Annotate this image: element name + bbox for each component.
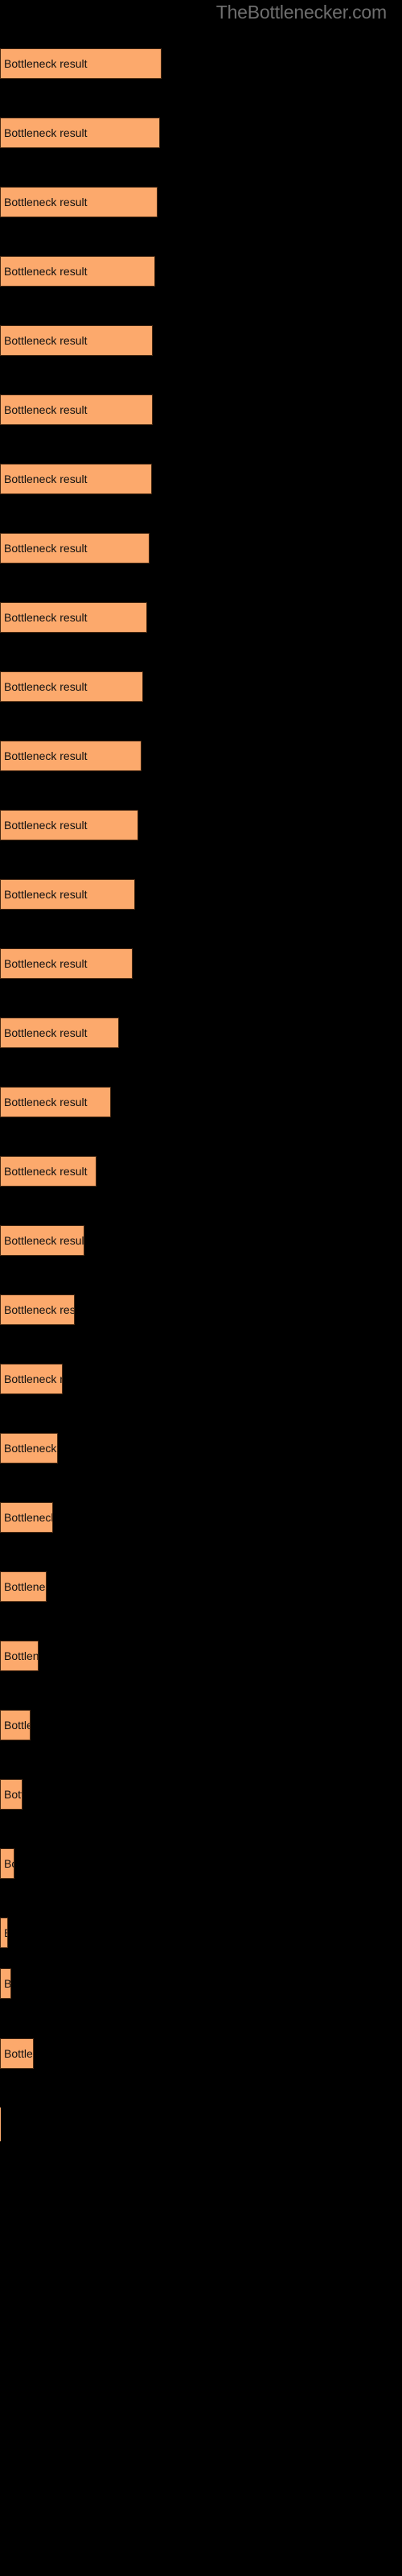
bar-label: Bottleneck result <box>4 888 88 901</box>
bar[interactable]: Bottleneck result <box>0 464 152 494</box>
bar-label: Bottleneck result <box>4 749 88 762</box>
bar-label: Bottleneck result <box>4 1026 88 1039</box>
bar[interactable]: Bottleneck result <box>0 948 133 979</box>
bar[interactable]: Bottleneck result <box>0 394 153 425</box>
bar-label: Bottleneck result <box>4 265 88 278</box>
bar[interactable]: Bottleneck result <box>0 1779 23 1810</box>
bar-label: Bottleneck result <box>4 57 88 70</box>
bar[interactable]: Bottleneck result <box>0 602 147 633</box>
bar[interactable]: Bottleneck result <box>0 1571 47 1602</box>
bar-label: Bottleneck result <box>4 1165 88 1178</box>
bar[interactable]: Bottleneck result <box>0 1156 96 1187</box>
bottleneck-bar-chart: TheBottlenecker.com Bottleneck result Bot… <box>0 0 402 2576</box>
bar[interactable]: Bottleneck result <box>0 118 160 148</box>
bar-label: Bottleneck result <box>4 819 88 832</box>
bar[interactable]: Bottleneck result <box>0 879 135 910</box>
bar-label: Bottleneck result <box>4 1303 75 1316</box>
bar-label: Bottleneck result <box>4 1977 11 1990</box>
bar-label: Bottleneck result <box>4 1373 62 1385</box>
bar-label: Bottleneck result <box>4 126 88 139</box>
bar-label: Bottleneck result <box>4 957 88 970</box>
bar-label: Bottleneck result <box>4 403 88 416</box>
bar[interactable]: Bottleneck result <box>0 741 142 771</box>
bar-label: Bottleneck result <box>4 1719 30 1732</box>
bar[interactable]: Bottleneck result <box>0 1294 75 1325</box>
bar-label: Bottleneck result <box>4 196 88 208</box>
bar-label: Bottleneck result <box>4 1788 22 1801</box>
bar[interactable]: Bottleneck result <box>0 187 158 217</box>
bar[interactable]: Bottleneck result <box>0 1502 53 1533</box>
bar-label: Bottleneck result <box>4 1442 57 1455</box>
bar[interactable]: Bottleneck result <box>0 533 150 564</box>
bar-label: Bottleneck result <box>4 1649 39 1662</box>
bar-label: Bottleneck result <box>4 2047 33 2060</box>
bar-label: Bottleneck result <box>4 1511 53 1524</box>
bar[interactable]: Bottleneck result <box>0 48 162 79</box>
bar[interactable]: Bottleneck result <box>0 325 153 356</box>
bar-label: Bottleneck result <box>4 1096 88 1108</box>
bar[interactable]: Bottleneck result <box>0 1918 8 1948</box>
bar[interactable]: Bottleneck result <box>0 1087 111 1117</box>
bar[interactable]: Bottleneck result <box>0 1710 31 1740</box>
bar-label: Bottleneck result <box>4 473 88 485</box>
bar[interactable]: Bottleneck result <box>0 1225 84 1256</box>
bar[interactable]: Bottleneck result <box>0 1364 63 1394</box>
bar[interactable] <box>0 2107 1 2141</box>
bar[interactable]: Bottleneck result <box>0 810 138 840</box>
bar[interactable]: Bottleneck result <box>0 1848 14 1879</box>
bar-label: Bottleneck result <box>4 334 88 347</box>
bar[interactable]: Bottleneck result <box>0 256 155 287</box>
bar-label: Bottleneck result <box>4 1580 46 1593</box>
bar-label: Bottleneck result <box>4 1234 84 1247</box>
bar[interactable]: Bottleneck result <box>0 1018 119 1048</box>
bar-label: Bottleneck result <box>4 1857 14 1870</box>
bar-label: Bottleneck result <box>4 611 88 624</box>
bar-series: Bottleneck result Bottleneck result Bottle… <box>0 0 402 2576</box>
bar-label: Bottleneck result <box>4 542 88 555</box>
bar[interactable]: Bottleneck result <box>0 1433 58 1463</box>
bar-label: Bottleneck result <box>4 680 88 693</box>
bar[interactable]: Bottleneck result <box>0 1641 39 1671</box>
bar[interactable]: Bottleneck result <box>0 671 143 702</box>
bar-label: Bottleneck result <box>4 1926 7 1939</box>
bar[interactable]: Bottleneck result <box>0 2038 34 2069</box>
bar[interactable]: Bottleneck result <box>0 1968 11 1999</box>
